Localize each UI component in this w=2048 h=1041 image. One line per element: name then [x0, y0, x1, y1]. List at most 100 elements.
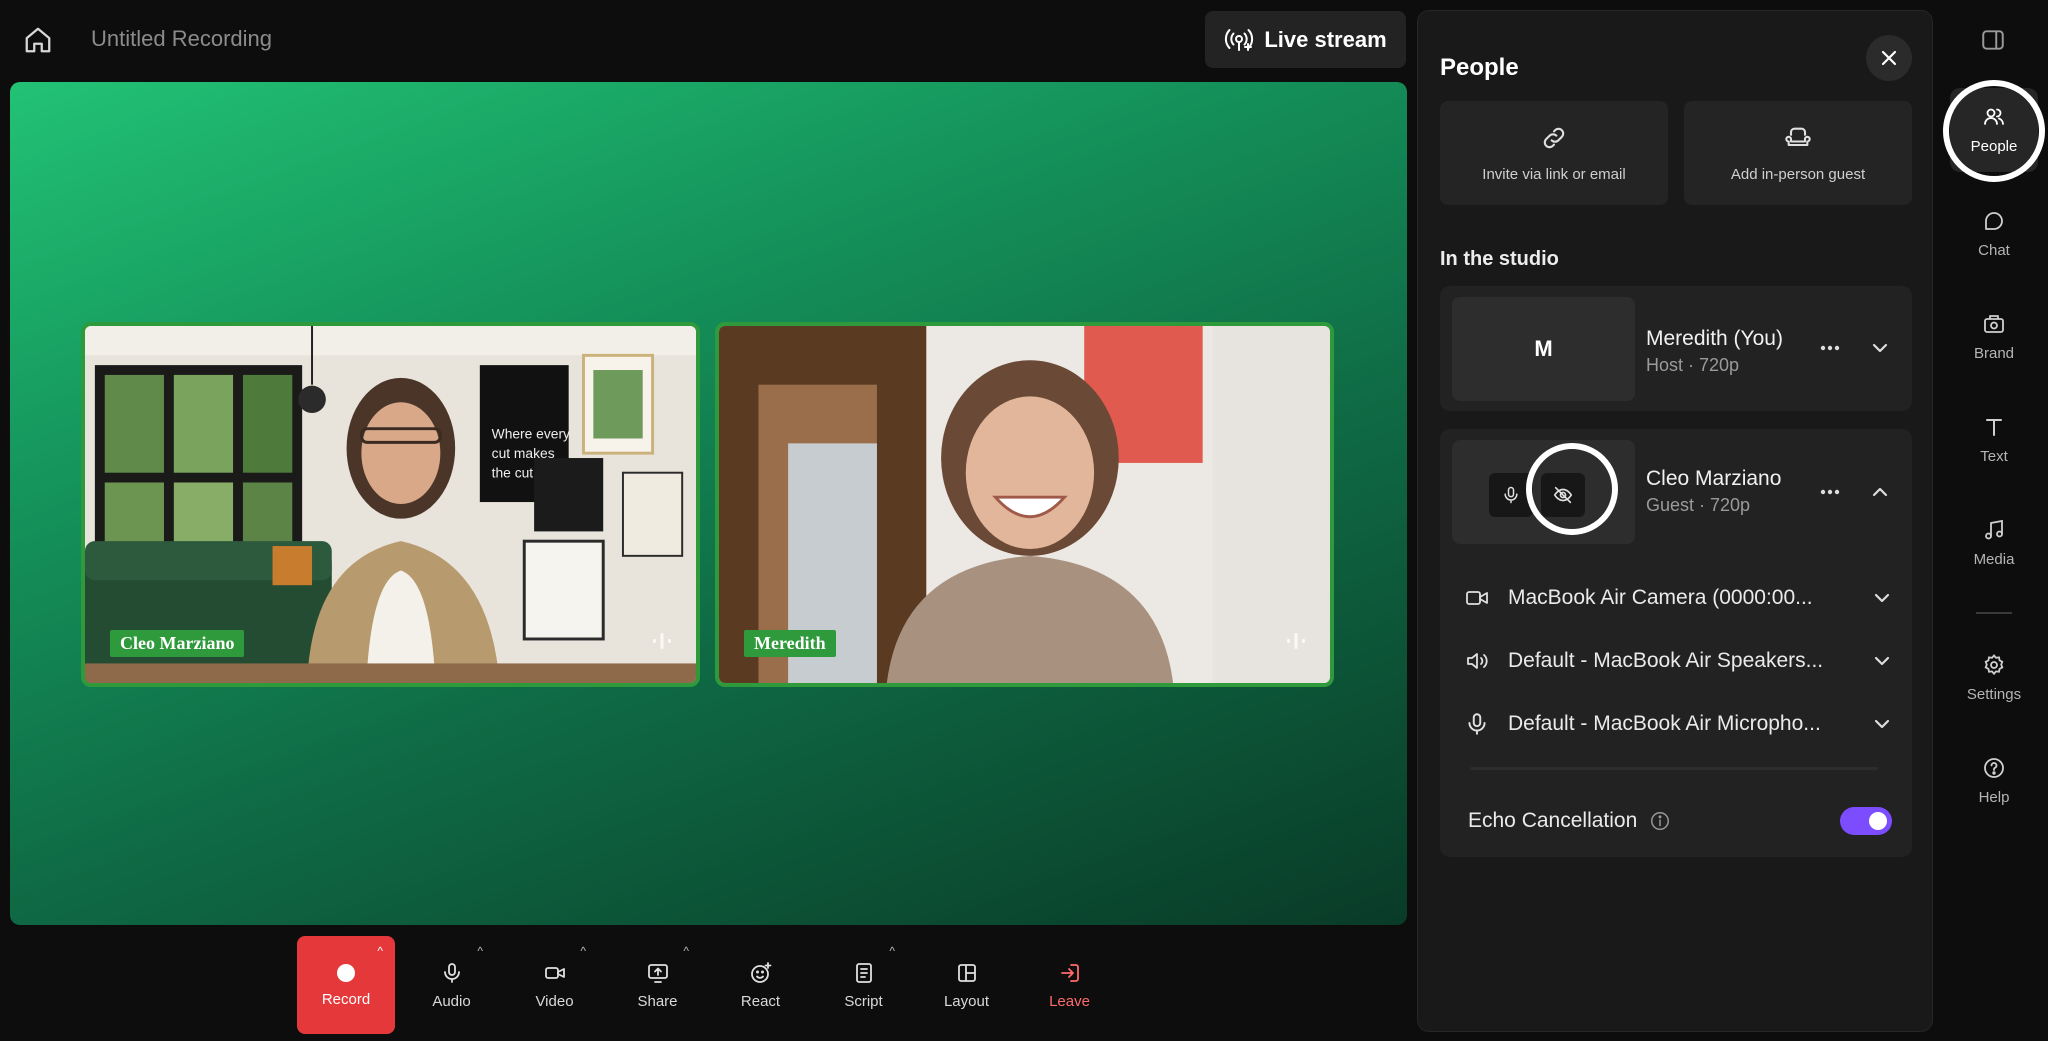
echo-cancellation-row: Echo Cancellation	[1468, 803, 1892, 839]
bottom-toolbar: ^ Record ^ Audio ^ Video ^ Share React ^…	[297, 936, 1121, 1034]
help-icon	[1982, 756, 2006, 780]
smiley-plus-icon	[749, 961, 773, 985]
camera-icon	[1462, 586, 1492, 610]
rail-divider	[1976, 612, 2012, 614]
divider	[1470, 767, 1878, 770]
people-icon	[1981, 105, 2007, 129]
script-button[interactable]: ^ Script	[812, 936, 915, 1034]
participant-name-tag: Cleo Marziano	[110, 630, 245, 657]
share-button[interactable]: ^ Share	[606, 936, 709, 1034]
chevron-up-icon	[1872, 487, 1888, 497]
people-panel: People Invite via link or email Add in-p…	[1417, 10, 1933, 1032]
microphone-value: Default - MacBook Air Micropho...	[1508, 712, 1821, 735]
recording-title[interactable]: Untitled Recording	[91, 26, 272, 52]
sidebar-toggle-icon	[1980, 27, 2006, 53]
echo-cancellation-label: Echo Cancellation	[1468, 809, 1638, 832]
echo-cancellation-toggle[interactable]	[1840, 807, 1892, 835]
collapse-button[interactable]	[1862, 474, 1898, 510]
camera-icon	[543, 961, 567, 985]
script-label: Script	[844, 992, 883, 1010]
invite-label: Invite via link or email	[1482, 165, 1626, 183]
rail-item-people[interactable]: People	[1950, 88, 2038, 172]
sidebar-toggle-button[interactable]	[1977, 24, 2009, 56]
rail-item-brand[interactable]: Brand	[1950, 295, 2038, 379]
layout-label: Layout	[943, 992, 990, 1010]
participant-name-tag: Meredith	[744, 630, 836, 657]
armchair-icon	[1784, 124, 1812, 152]
more-icon	[1820, 345, 1840, 351]
rail-label-help: Help	[1978, 789, 2010, 806]
close-panel-button[interactable]	[1866, 35, 1912, 81]
audio-level-icon	[650, 629, 674, 653]
participant-name: Meredith (You)	[1646, 327, 1783, 350]
audio-label: Audio	[432, 992, 471, 1010]
chevron-up-icon[interactable]: ^	[889, 944, 895, 958]
invite-link-button[interactable]: Invite via link or email	[1440, 101, 1668, 205]
chat-icon	[1982, 209, 2006, 233]
add-guest-button[interactable]: Add in-person guest	[1684, 101, 1912, 205]
chevron-up-icon[interactable]: ^	[377, 944, 383, 958]
microphone-icon	[440, 961, 464, 985]
rail-label-media: Media	[1973, 551, 2015, 568]
audio-level-icon	[1284, 629, 1308, 653]
leave-label: Leave	[1049, 992, 1090, 1010]
layout-button[interactable]: Layout	[915, 936, 1018, 1034]
more-icon	[1820, 489, 1840, 495]
rail-item-settings[interactable]: Settings	[1950, 636, 2038, 720]
home-button[interactable]	[14, 20, 62, 60]
rail-item-media[interactable]: Media	[1950, 501, 2038, 585]
share-label: Share	[637, 992, 678, 1010]
avatar-initial: M	[1534, 336, 1553, 361]
music-note-icon	[1982, 518, 2006, 542]
record-label: Record	[321, 990, 371, 1008]
chevron-up-icon[interactable]: ^	[683, 944, 689, 958]
react-label: React	[740, 992, 781, 1010]
rail-item-help[interactable]: Help	[1950, 739, 2038, 823]
rail-label-brand: Brand	[1973, 345, 2015, 362]
info-icon[interactable]	[1649, 810, 1671, 832]
rail-item-chat[interactable]: Chat	[1950, 192, 2038, 276]
leave-button[interactable]: Leave	[1018, 936, 1121, 1034]
microphone-select[interactable]: Default - MacBook Air Micropho...	[1462, 704, 1890, 744]
broadcast-icon	[1224, 27, 1254, 53]
gear-icon	[1982, 653, 2006, 677]
more-options-button[interactable]	[1812, 330, 1848, 366]
camera-select[interactable]: MacBook Air Camera (0000:00...	[1462, 578, 1890, 618]
video-tile-cleo[interactable]: Where every cut makes the cut. Cleo Marz…	[81, 322, 700, 687]
video-label: Video	[535, 992, 574, 1010]
screen-share-icon	[646, 961, 670, 985]
record-button[interactable]: ^ Record	[297, 936, 395, 1034]
rail-label-chat: Chat	[1978, 242, 2010, 259]
hide-video-button[interactable]	[1541, 473, 1585, 517]
text-icon	[1982, 415, 2006, 439]
rail-item-text[interactable]: Text	[1950, 398, 2038, 482]
chevron-up-icon[interactable]: ^	[580, 944, 586, 958]
mute-mic-button[interactable]	[1489, 473, 1533, 517]
link-icon	[1540, 124, 1568, 152]
chevron-down-icon	[1872, 343, 1888, 353]
video-button[interactable]: ^ Video	[503, 936, 606, 1034]
chevron-down-icon	[1860, 656, 1890, 666]
video-tile-meredith[interactable]: Meredith	[715, 322, 1334, 687]
rail-label-people: People	[1970, 138, 2018, 155]
panel-title: People	[1440, 54, 1519, 81]
leave-icon	[1058, 961, 1082, 985]
live-stream-button[interactable]: Live stream	[1205, 11, 1406, 68]
eye-off-icon	[1552, 484, 1574, 506]
camera-value: MacBook Air Camera (0000:00...	[1508, 586, 1813, 609]
record-icon	[336, 963, 356, 983]
avatar: M	[1452, 297, 1635, 401]
react-button[interactable]: React	[709, 936, 812, 1034]
stage-canvas: Where every cut makes the cut. Cleo Marz…	[10, 82, 1407, 925]
participant-meta: Guest · 720p	[1646, 495, 1751, 515]
more-options-button[interactable]	[1812, 474, 1848, 510]
chevron-up-icon[interactable]: ^	[477, 944, 483, 958]
script-icon	[852, 961, 876, 985]
participant-card-cleo: Cleo Marziano Guest · 720p MacBook Air C…	[1440, 429, 1912, 857]
speaker-icon	[1462, 649, 1492, 673]
participant-meta: Host · 720p	[1646, 355, 1740, 375]
svg-text:the cut.: the cut.	[492, 466, 537, 481]
expand-button[interactable]	[1862, 330, 1898, 366]
speaker-select[interactable]: Default - MacBook Air Speakers...	[1462, 641, 1890, 681]
audio-button[interactable]: ^ Audio	[400, 936, 503, 1034]
